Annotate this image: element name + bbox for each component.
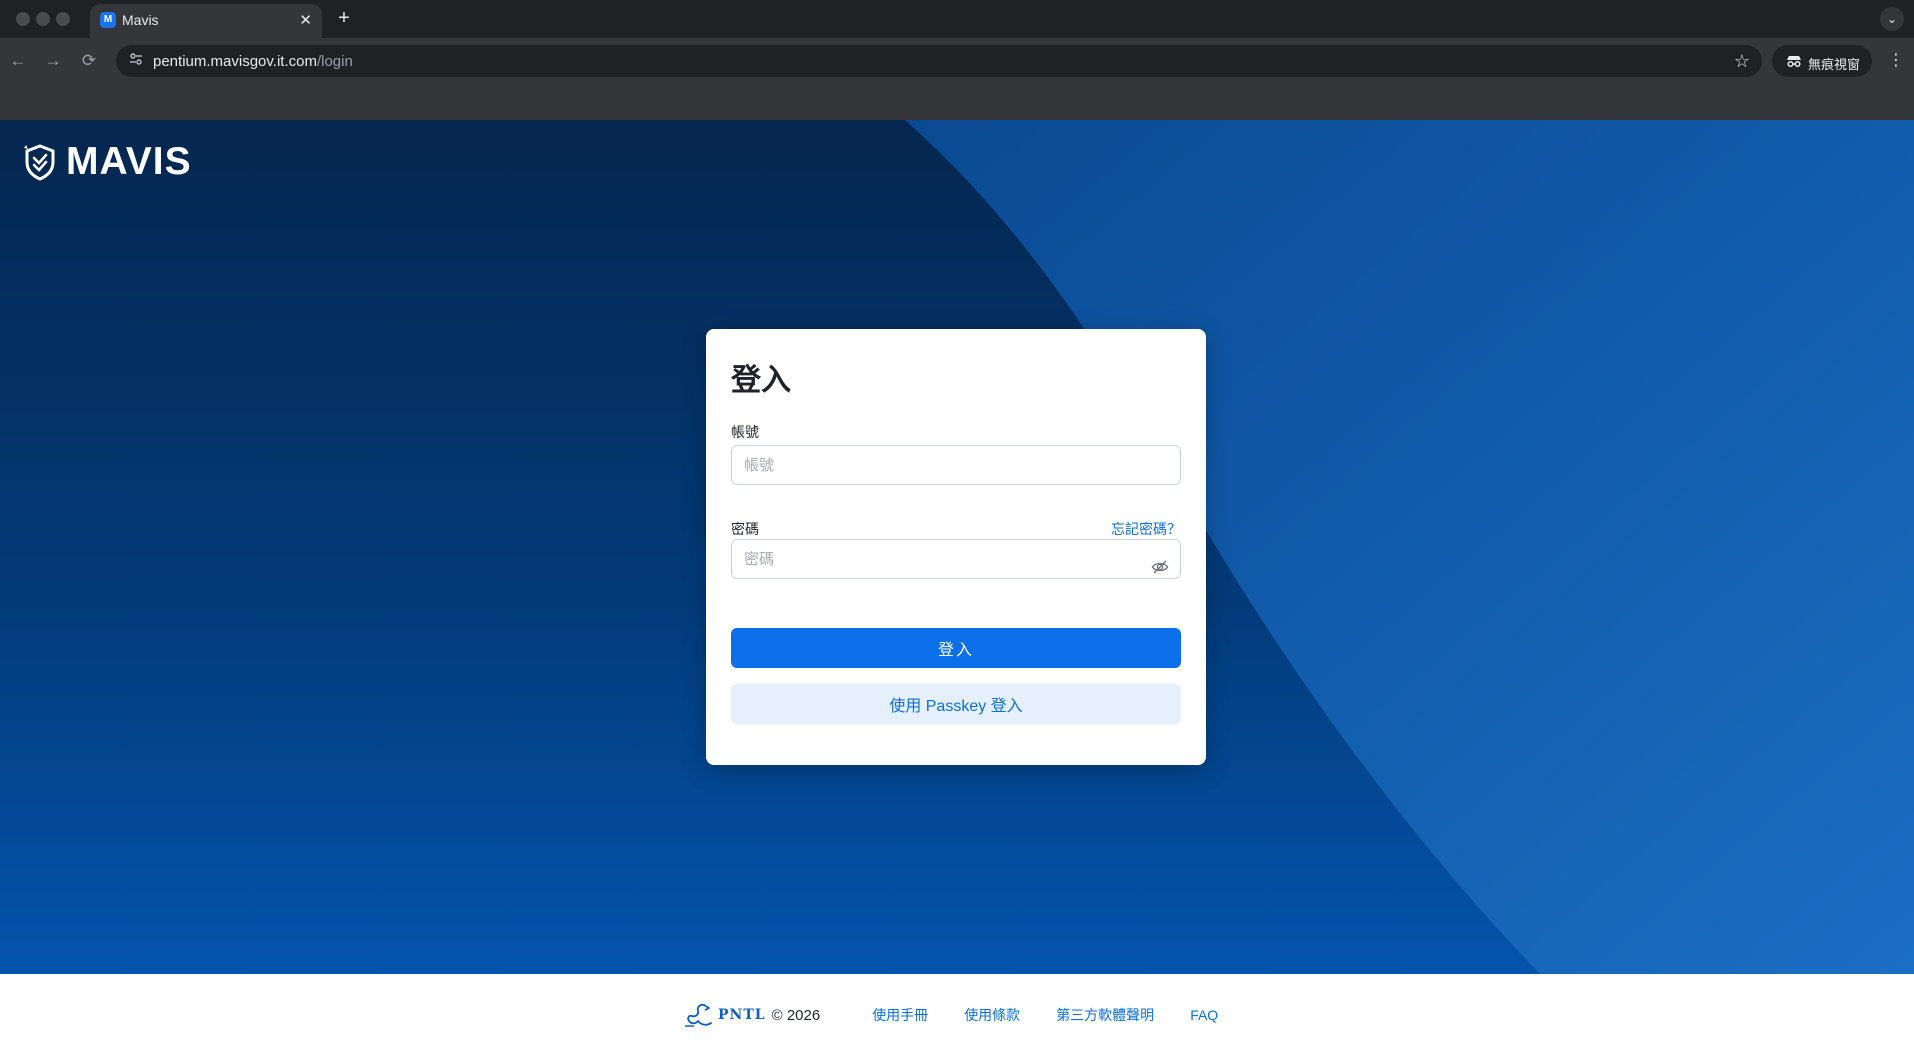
new-tab-button[interactable]: + <box>332 6 356 30</box>
passkey-login-button[interactable]: 使用 Passkey 登入 <box>731 684 1181 724</box>
tab-search-chevron-icon[interactable]: ⌄ <box>1880 7 1904 31</box>
eye-off-icon[interactable] <box>1151 558 1169 576</box>
mavis-brand: MAVIS <box>22 140 192 183</box>
url-host: pentium.mavisgov.it.com <box>153 53 317 70</box>
password-input[interactable] <box>731 539 1181 579</box>
browser-tab[interactable]: M Mavis ✕ <box>90 4 322 38</box>
brand-name: MAVIS <box>66 140 192 183</box>
footer-link-third-party[interactable]: 第三方軟體聲明 <box>1056 1005 1154 1025</box>
incognito-label: 無痕視窗 <box>1808 57 1861 72</box>
tab-close-icon[interactable]: ✕ <box>299 11 312 29</box>
footer-link-terms[interactable]: 使用條款 <box>964 1005 1020 1025</box>
password-label: 密碼 <box>731 521 759 537</box>
incognito-badge[interactable]: 無痕視窗 <box>1772 45 1872 77</box>
browser-toolbar: ← → ⟳ pentium.mavisgov.it.com/login ☆ 無痕… <box>0 38 1914 84</box>
copyright-text: © 2026 <box>771 1006 821 1024</box>
window-zoom-dot[interactable] <box>56 12 70 26</box>
company-name: PNTL <box>718 1007 766 1023</box>
address-bar[interactable]: pentium.mavisgov.it.com/login ☆ <box>116 45 1762 77</box>
back-arrow-icon[interactable]: ← <box>6 49 30 73</box>
site-info-tune-icon[interactable] <box>126 51 146 71</box>
incognito-icon <box>1787 56 1801 68</box>
bookmarks-bar <box>0 84 1914 120</box>
pntl-seahorse-logo-icon <box>685 1003 712 1027</box>
mavis-favicon-icon: M <box>100 12 116 28</box>
mavis-shield-logo-icon <box>24 144 55 181</box>
tab-title: Mavis <box>122 12 159 28</box>
login-card: 登入 帳號 密碼 忘記密碼？ 登入 使用 Passkey 登入 <box>706 329 1206 765</box>
footer: PNTL © 2026 使用手冊 使用條款 第三方軟體聲明 FAQ <box>0 974 1914 1054</box>
url-text: pentium.mavisgov.it.com/login <box>153 53 353 70</box>
window-close-dot[interactable] <box>16 12 30 26</box>
url-path: /login <box>316 53 353 70</box>
account-input[interactable] <box>731 445 1181 485</box>
reload-icon[interactable]: ⟳ <box>77 49 101 73</box>
forward-arrow-icon[interactable]: → <box>41 49 65 73</box>
window-minimize-dot[interactable] <box>36 12 50 26</box>
footer-link-faq[interactable]: FAQ <box>1190 1007 1218 1023</box>
login-title: 登入 <box>731 364 791 397</box>
browser-tab-bar: M Mavis ✕ + ⌄ <box>0 0 1914 38</box>
login-button[interactable]: 登入 <box>731 628 1181 668</box>
forgot-password-link[interactable]: 忘記密碼？ <box>1111 519 1181 539</box>
browser-menu-kebab-icon[interactable]: ⋮ <box>1888 49 1904 73</box>
footer-content: PNTL © 2026 使用手冊 使用條款 第三方軟體聲明 FAQ <box>684 1002 1218 1028</box>
bookmark-star-icon[interactable]: ☆ <box>1734 49 1750 73</box>
account-label: 帳號 <box>731 424 759 440</box>
login-page: MAVIS 登入 帳號 密碼 忘記密碼？ 登入 使用 Passkey 登入 <box>0 120 1914 974</box>
footer-link-manual[interactable]: 使用手冊 <box>872 1005 928 1025</box>
